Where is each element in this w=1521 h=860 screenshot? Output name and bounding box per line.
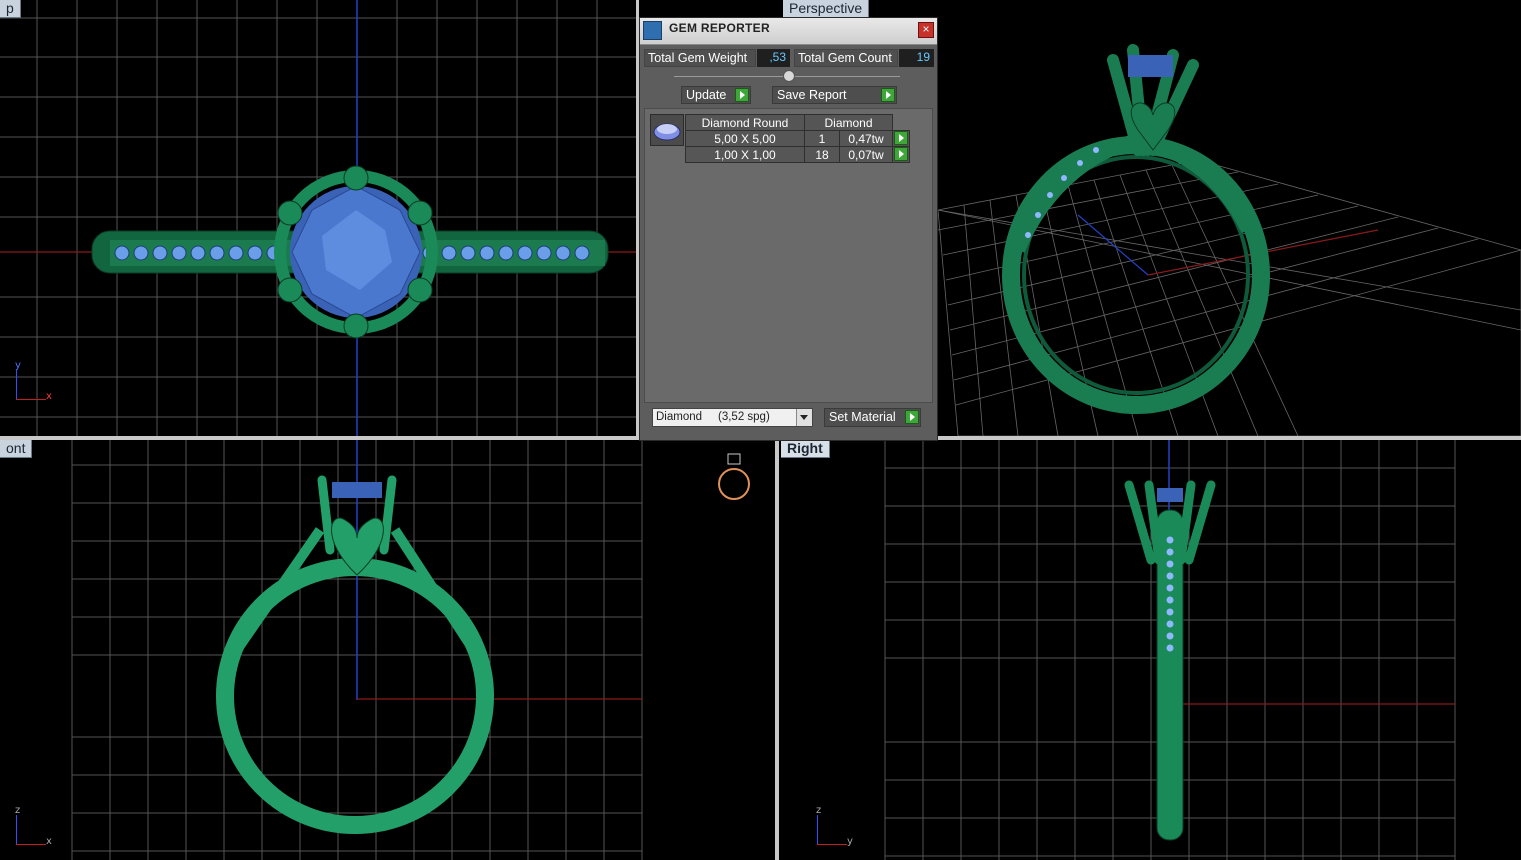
gem-reporter-titlebar[interactable]: GEM REPORTER × [640,18,937,45]
axis-x-label: x [46,836,52,847]
viewport-right-label[interactable]: Right [781,440,830,458]
viewport-front[interactable]: ont z x [0,440,775,860]
gem-count: 1 [804,130,840,147]
axis-z-label: z [816,805,822,816]
panel-slider-knob[interactable] [783,70,795,82]
gem-size: 1,00 X 1,00 [685,146,805,163]
update-button[interactable]: Update [681,86,751,104]
play-icon [881,88,895,102]
viewport-perspective-label[interactable]: Perspective [783,0,870,18]
total-gem-weight-value: ,53 [757,49,790,67]
total-gem-weight-label: Total Gem Weight [644,49,756,67]
viewport-front-label[interactable]: ont [0,440,33,458]
play-icon [905,410,919,424]
total-gem-count-value: 19 [899,49,934,67]
play-icon [894,131,908,145]
gem-list[interactable]: Diamond Round Diamond 5,00 X 5,00 1 0,47… [644,108,933,403]
diamond-round-thumbnail-icon[interactable] [650,114,684,146]
viewport-top-label[interactable]: p [0,0,21,18]
axis-z-label: z [15,805,21,816]
axis-indicator-front: z x [12,805,62,850]
gem-weight: 0,47tw [839,130,893,147]
gem-count: 18 [804,146,840,163]
header-shape: Diamond Round [685,114,805,131]
chevron-down-icon[interactable] [796,409,812,426]
viewport-top[interactable]: p y x [0,0,638,436]
gem-weight: 0,07tw [839,146,893,163]
play-icon [735,88,749,102]
set-material-button[interactable]: Set Material [824,408,921,427]
play-icon [894,147,908,161]
front-view-canvas [71,440,750,860]
total-gem-count-label: Total Gem Count [794,49,898,67]
gem-table: Diamond Round Diamond 5,00 X 5,00 1 0,47… [685,114,910,163]
right-view-canvas [884,440,1456,860]
close-button[interactable]: × [918,22,934,38]
table-row[interactable]: 5,00 X 5,00 1 0,47tw [685,130,910,147]
save-report-button-label: Save Report [777,88,847,102]
header-material: Diamond [804,114,893,131]
save-report-button[interactable]: Save Report [772,86,897,104]
gem-reporter-app-icon [643,21,662,40]
total-gem-weight: Total Gem Weight ,53 [644,49,790,67]
axis-y-label: y [847,836,853,847]
gem-size: 5,00 X 5,00 [685,130,805,147]
viewport-right[interactable]: Right z y [779,440,1521,860]
table-row[interactable]: 1,00 X 1,00 18 0,07tw [685,146,910,163]
gem-reporter-panel[interactable]: GEM REPORTER × Total Gem Weight ,53 Tota… [639,17,938,441]
axis-x-label: x [46,391,52,402]
row-select-button[interactable] [892,146,910,163]
top-view-canvas [0,0,638,436]
material-select[interactable]: Diamond (3,52 spg) [652,408,813,427]
total-gem-count: Total Gem Count 19 [794,49,934,67]
material-select-value: Diamond (3,52 spg) [656,411,770,423]
update-button-label: Update [686,88,727,102]
axis-y-label: y [15,360,21,371]
axis-indicator-top: y x [12,360,62,405]
axis-indicator-right: z y [813,805,863,850]
row-select-button[interactable] [892,130,910,147]
gem-table-header: Diamond Round Diamond [685,114,910,131]
set-material-button-label: Set Material [829,410,896,424]
gem-reporter-title: GEM REPORTER [669,21,770,35]
